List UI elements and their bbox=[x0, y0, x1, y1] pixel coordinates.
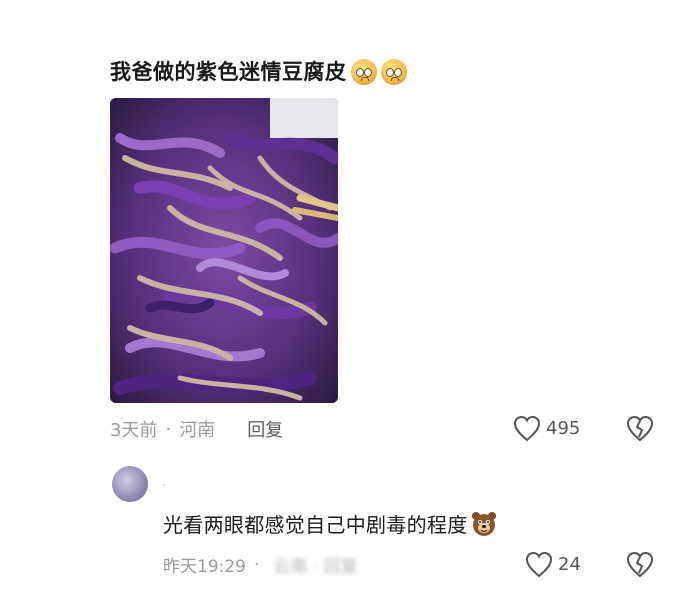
comment-photo[interactable] bbox=[110, 98, 338, 403]
purple-cabbage-tofu-skin-image bbox=[110, 98, 338, 403]
reply-comment-text: 光看两眼都感觉自己中剧毒的程度 bbox=[163, 509, 497, 538]
comment-text: 我爸做的紫色迷情豆腐皮 bbox=[110, 56, 407, 88]
meta-separator: · bbox=[165, 418, 172, 440]
pleading-face-icon bbox=[380, 59, 407, 85]
comment-location: 河南 bbox=[179, 420, 216, 441]
comment-meta: 3天前 · 河南 回复 bbox=[110, 416, 283, 442]
heart-icon bbox=[525, 551, 553, 578]
pleading-face-icon bbox=[350, 59, 377, 85]
like-button[interactable]: 495 bbox=[512, 414, 580, 442]
broken-heart-icon bbox=[626, 551, 654, 578]
reply-button[interactable]: 回复 bbox=[247, 416, 283, 442]
broken-heart-icon bbox=[626, 415, 654, 442]
reply-body: 光看两眼都感觉自己中剧毒的程度 bbox=[163, 513, 468, 537]
username-placeholder: · bbox=[162, 478, 166, 492]
bear-face-icon bbox=[471, 511, 497, 537]
like-count: 24 bbox=[558, 553, 581, 575]
meta-separator: · bbox=[254, 554, 260, 575]
comment-body: 我爸做的紫色迷情豆腐皮 bbox=[110, 60, 347, 84]
avatar[interactable] bbox=[112, 466, 148, 502]
like-button[interactable]: 24 bbox=[524, 550, 581, 578]
reply-time: 昨天19:29 bbox=[163, 557, 246, 577]
dislike-button[interactable] bbox=[625, 550, 655, 582]
obscured-meta: 云南 · 回复 bbox=[273, 557, 358, 577]
comment-time: 3天前 bbox=[110, 420, 158, 441]
dislike-button[interactable] bbox=[625, 414, 655, 446]
reply-meta: 昨天19:29 · 云南 · 回复 bbox=[163, 552, 358, 578]
heart-icon bbox=[513, 415, 541, 442]
like-count: 495 bbox=[546, 417, 581, 439]
